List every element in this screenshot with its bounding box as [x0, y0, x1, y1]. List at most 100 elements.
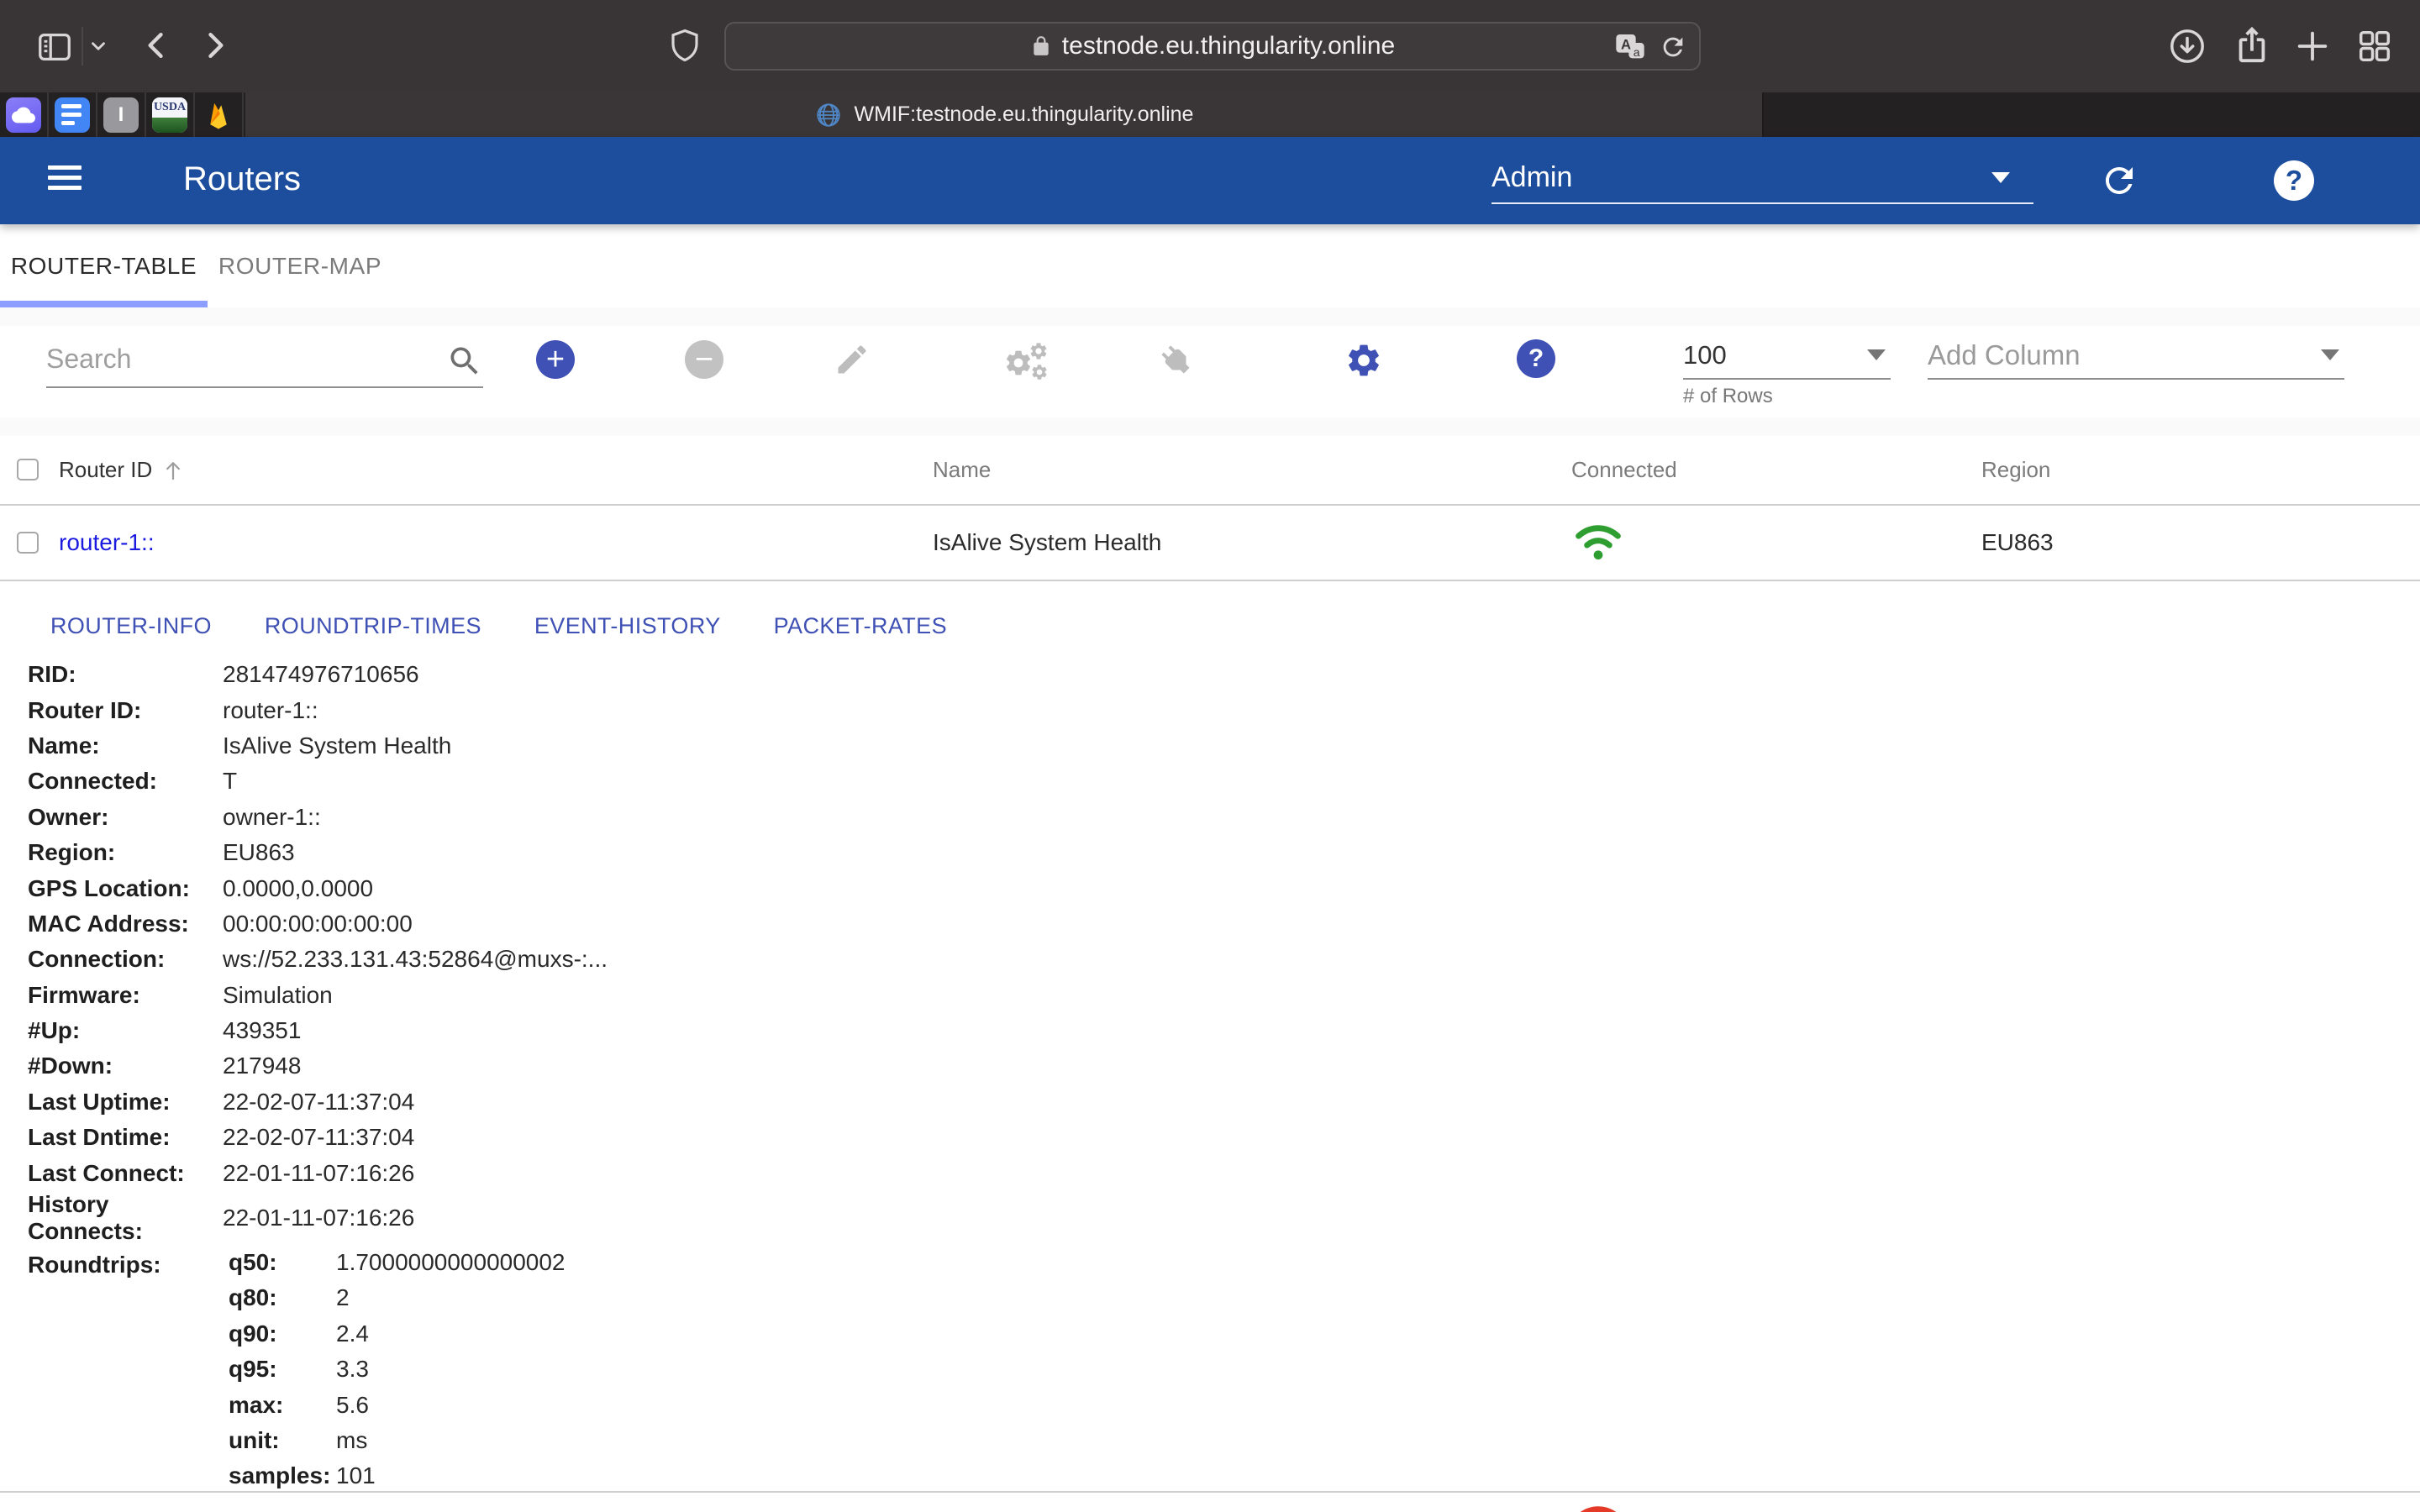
- rows-hint: # of Rows: [1683, 385, 1773, 408]
- rid-link[interactable]: 281474976710656: [223, 661, 419, 688]
- connect-icon[interactable]: [1149, 333, 1203, 387]
- router-region-cell: EU863: [1981, 506, 2054, 580]
- remove-router-button[interactable]: −: [685, 340, 723, 379]
- sidebar-toggle-icon[interactable]: [35, 27, 74, 66]
- refresh-icon[interactable]: [2099, 160, 2139, 201]
- detail-tabs: ROUTER-INFO ROUNDTRIP-TIMES EVENT-HISTOR…: [0, 588, 947, 664]
- detail-row: #Up:439351: [28, 1013, 1204, 1048]
- chevron-down-icon[interactable]: [87, 35, 109, 57]
- table-header-row: Router ID Name Connected Region: [0, 436, 2420, 504]
- forward-icon[interactable]: [197, 27, 234, 64]
- tab-strip: I USDA WMIF:testnode.eu.thingularity.onl…: [0, 92, 2420, 137]
- privacy-shield-icon[interactable]: [667, 27, 702, 64]
- pinned-tab-cloud[interactable]: [0, 92, 49, 137]
- lock-icon: [1030, 35, 1052, 57]
- tab-strip-filler: [1762, 92, 2420, 137]
- roundtrip-row: q50:1.7000000000000002: [223, 1245, 566, 1280]
- browser-toolbar: testnode.eu.thingularity.online: [0, 0, 2420, 92]
- table-row[interactable]: router-1:: IsAlive System Health EU863: [0, 506, 2420, 580]
- detail-row: Connected:T: [28, 764, 1204, 799]
- active-browser-tab[interactable]: WMIF:testnode.eu.thingularity.online: [245, 92, 1762, 137]
- info-favicon: I: [103, 97, 139, 133]
- add-column-dropdown-arrow-icon: [2321, 349, 2339, 360]
- tab-router-map[interactable]: ROUTER-MAP: [208, 224, 392, 307]
- detail-row: Last Connect:22-01-11-07:16:26: [28, 1155, 1204, 1190]
- detail-row: #Down:217948: [28, 1048, 1204, 1084]
- detail-row: Owner:owner-1::: [28, 800, 1204, 835]
- detail-row: RID:281474976710656: [28, 657, 1204, 692]
- wifi-disconnected-icon: [1575, 1500, 1622, 1512]
- detail-row: MAC Address:00:00:00:00:00:00: [28, 906, 1204, 942]
- table-toolbar: + − ? 100 # of Rows Add Column: [0, 326, 2420, 417]
- roundtrip-row: max:5.6: [223, 1387, 566, 1422]
- detail-row: Last Uptime:22-02-07-11:37:04: [28, 1084, 1204, 1120]
- tab-packet-rates[interactable]: PACKET-RATES: [774, 613, 947, 639]
- share-icon[interactable]: [2233, 25, 2271, 64]
- roundtrips-block: Roundtrips: q50:1.7000000000000002 q80:2…: [28, 1245, 1204, 1494]
- rows-dropdown-arrow-icon: [1867, 349, 1886, 360]
- help-icon[interactable]: ?: [2274, 160, 2314, 201]
- toolbar-divider: [82, 27, 83, 66]
- app-header: Routers Admin ?: [0, 137, 2420, 224]
- rows-select[interactable]: 100: [1683, 333, 1891, 380]
- cloud-favicon: [6, 97, 41, 133]
- firebase-favicon: [201, 97, 236, 133]
- document-favicon: [55, 97, 90, 133]
- roundtrip-row: q80:2: [223, 1280, 566, 1315]
- add-router-button[interactable]: +: [536, 340, 575, 379]
- add-column-select[interactable]: Add Column: [1928, 333, 2344, 380]
- router-id-link[interactable]: router-1::: [223, 697, 318, 724]
- tab-title: WMIF:testnode.eu.thingularity.online: [855, 102, 1194, 127]
- roundtrip-row: samples:101: [223, 1458, 566, 1494]
- dropdown-arrow-icon: [1991, 172, 2010, 183]
- row-checkbox[interactable]: [17, 532, 39, 554]
- settings-icon[interactable]: [1344, 341, 1383, 380]
- address-bar[interactable]: testnode.eu.thingularity.online: [724, 22, 1701, 71]
- router-id-link[interactable]: router-1::: [59, 529, 155, 556]
- search-icon: [446, 343, 483, 380]
- detail-row: History Connects:22-01-11-07:16:26: [28, 1191, 1204, 1245]
- toolbar-help-icon[interactable]: ?: [1517, 339, 1555, 378]
- column-header-region[interactable]: Region: [1981, 436, 2050, 504]
- downloads-icon[interactable]: [2168, 27, 2207, 66]
- roundtrip-row: q95:3.3: [223, 1352, 566, 1387]
- pinned-tab-info[interactable]: I: [97, 92, 146, 137]
- detail-row: Firmware:Simulation: [28, 978, 1204, 1013]
- search-input[interactable]: [46, 334, 429, 383]
- page-tabs: ROUTER-TABLE ROUTER-MAP: [0, 224, 2420, 307]
- tab-roundtrip-times[interactable]: ROUNDTRIP-TIMES: [265, 613, 481, 639]
- pinned-tab-firebase[interactable]: [195, 92, 244, 137]
- roundtrip-row: unit:ms: [223, 1423, 566, 1458]
- divider: [0, 1491, 2420, 1493]
- select-all-checkbox[interactable]: [17, 459, 39, 480]
- detail-row: Name:IsAlive System Health: [28, 728, 1204, 764]
- detail-row: Connection:ws://52.233.131.43:52864@muxs…: [28, 942, 1204, 977]
- active-tab-underline: [0, 301, 208, 307]
- pinned-tab-usda[interactable]: USDA: [146, 92, 195, 137]
- column-header-router-id[interactable]: Router ID: [59, 436, 186, 504]
- column-header-connected[interactable]: Connected: [1571, 436, 1677, 504]
- detail-row: Last Dntime:22-02-07-11:37:04: [28, 1120, 1204, 1155]
- menu-icon[interactable]: [48, 165, 82, 196]
- edit-icon[interactable]: [834, 341, 871, 378]
- translate-icon[interactable]: [1613, 30, 1647, 64]
- back-icon[interactable]: [138, 27, 175, 64]
- tab-overview-icon[interactable]: [2355, 27, 2394, 66]
- pinned-tab-docs[interactable]: [49, 92, 97, 137]
- batch-config-icon[interactable]: [1003, 341, 1050, 385]
- sort-ascending-icon: [160, 458, 186, 483]
- detail-row: Router ID:router-1::: [28, 692, 1204, 727]
- roundtrip-row: q90:2.4: [223, 1316, 566, 1352]
- globe-icon: [814, 101, 843, 129]
- new-tab-icon[interactable]: [2293, 27, 2332, 66]
- tab-router-info[interactable]: ROUTER-INFO: [50, 613, 212, 639]
- router-table: Router ID Name Connected Region router-1…: [0, 436, 2420, 1512]
- divider: [0, 580, 2420, 581]
- tab-event-history[interactable]: EVENT-HISTORY: [534, 613, 721, 639]
- reload-icon[interactable]: [1659, 33, 1687, 61]
- tab-router-table[interactable]: ROUTER-TABLE: [0, 224, 208, 307]
- account-select[interactable]: Admin: [1491, 152, 2033, 204]
- column-header-name[interactable]: Name: [933, 436, 991, 504]
- usda-favicon: USDA: [152, 97, 187, 133]
- page-title: Routers: [183, 160, 301, 198]
